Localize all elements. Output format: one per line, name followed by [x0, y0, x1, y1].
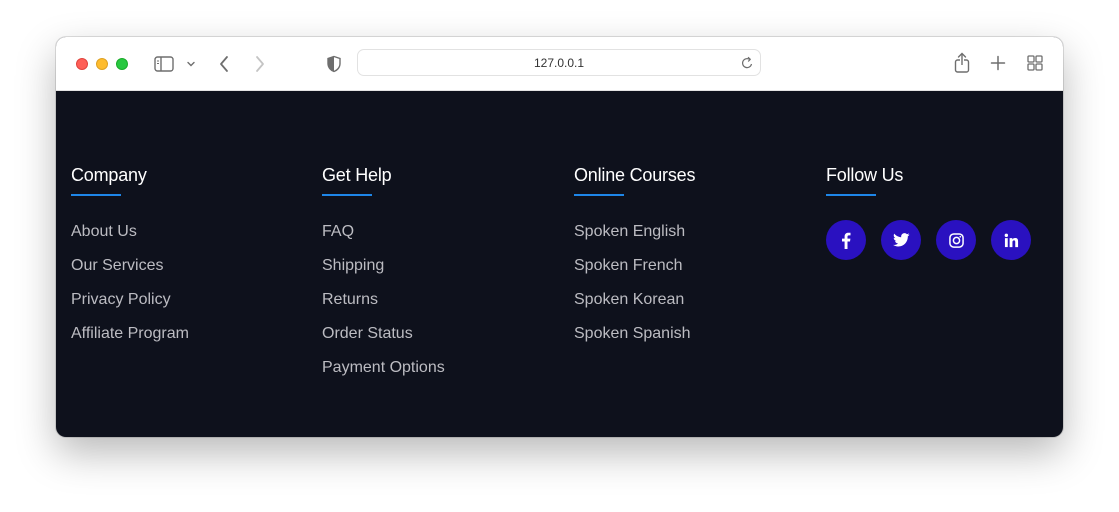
zoom-window-button[interactable]	[116, 58, 128, 70]
facebook-link[interactable]	[826, 220, 866, 260]
share-icon[interactable]	[951, 51, 973, 75]
back-arrow-icon[interactable]	[216, 54, 232, 74]
footer-column-get-help: Get Help FAQ Shipping Returns Order Stat…	[322, 163, 445, 392]
social-links	[826, 220, 1031, 260]
column-title: Get Help	[322, 165, 392, 185]
footer-column-online-courses: Online Courses Spoken English Spoken Fre…	[574, 163, 695, 358]
forward-arrow-icon[interactable]	[252, 54, 268, 74]
address-bar[interactable]: 127.0.0.1	[357, 49, 761, 76]
browser-window: 127.0.0.1 Company About Us Our Services …	[56, 37, 1063, 437]
title-underline	[71, 194, 121, 196]
minimize-window-button[interactable]	[96, 58, 108, 70]
footer-link-privacy-policy[interactable]: Privacy Policy	[71, 290, 189, 310]
footer-link-affiliate-program[interactable]: Affiliate Program	[71, 324, 189, 344]
sidebar-toggle-icon[interactable]	[153, 54, 175, 74]
footer-link-spoken-spanish[interactable]: Spoken Spanish	[574, 324, 695, 344]
footer-link-spoken-korean[interactable]: Spoken Korean	[574, 290, 695, 310]
chevron-down-icon[interactable]	[185, 57, 197, 71]
footer-link-shipping[interactable]: Shipping	[322, 256, 445, 276]
tab-overview-icon[interactable]	[1025, 53, 1045, 73]
reload-icon[interactable]	[740, 55, 754, 71]
link-list: About Us Our Services Privacy Policy Aff…	[71, 222, 189, 344]
footer-link-about-us[interactable]: About Us	[71, 222, 189, 242]
twitter-icon	[892, 233, 910, 247]
title-underline	[826, 194, 876, 196]
footer-link-order-status[interactable]: Order Status	[322, 324, 445, 344]
site-footer: Company About Us Our Services Privacy Po…	[56, 91, 1063, 437]
close-window-button[interactable]	[76, 58, 88, 70]
column-title: Follow Us	[826, 165, 904, 185]
footer-link-returns[interactable]: Returns	[322, 290, 445, 310]
footer-link-spoken-english[interactable]: Spoken English	[574, 222, 695, 242]
title-underline	[574, 194, 624, 196]
column-title: Online Courses	[574, 165, 696, 185]
linkedin-link[interactable]	[991, 220, 1031, 260]
footer-column-company: Company About Us Our Services Privacy Po…	[71, 163, 189, 358]
footer-column-follow-us: Follow Us	[826, 163, 1031, 260]
twitter-link[interactable]	[881, 220, 921, 260]
url-text: 127.0.0.1	[533, 56, 585, 70]
footer-link-spoken-french[interactable]: Spoken French	[574, 256, 695, 276]
link-list: Spoken English Spoken French Spoken Kore…	[574, 222, 695, 344]
facebook-icon	[841, 232, 851, 249]
column-title: Company	[71, 165, 147, 185]
footer-link-our-services[interactable]: Our Services	[71, 256, 189, 276]
footer-link-payment-options[interactable]: Payment Options	[322, 358, 445, 378]
browser-toolbar: 127.0.0.1	[56, 37, 1063, 91]
link-list: FAQ Shipping Returns Order Status Paymen…	[322, 222, 445, 378]
privacy-shield-icon[interactable]	[324, 54, 344, 74]
title-underline	[322, 194, 372, 196]
instagram-icon	[948, 232, 964, 248]
instagram-link[interactable]	[936, 220, 976, 260]
footer-link-faq[interactable]: FAQ	[322, 222, 445, 242]
new-tab-icon[interactable]	[988, 53, 1008, 73]
linkedin-icon	[1004, 233, 1019, 248]
